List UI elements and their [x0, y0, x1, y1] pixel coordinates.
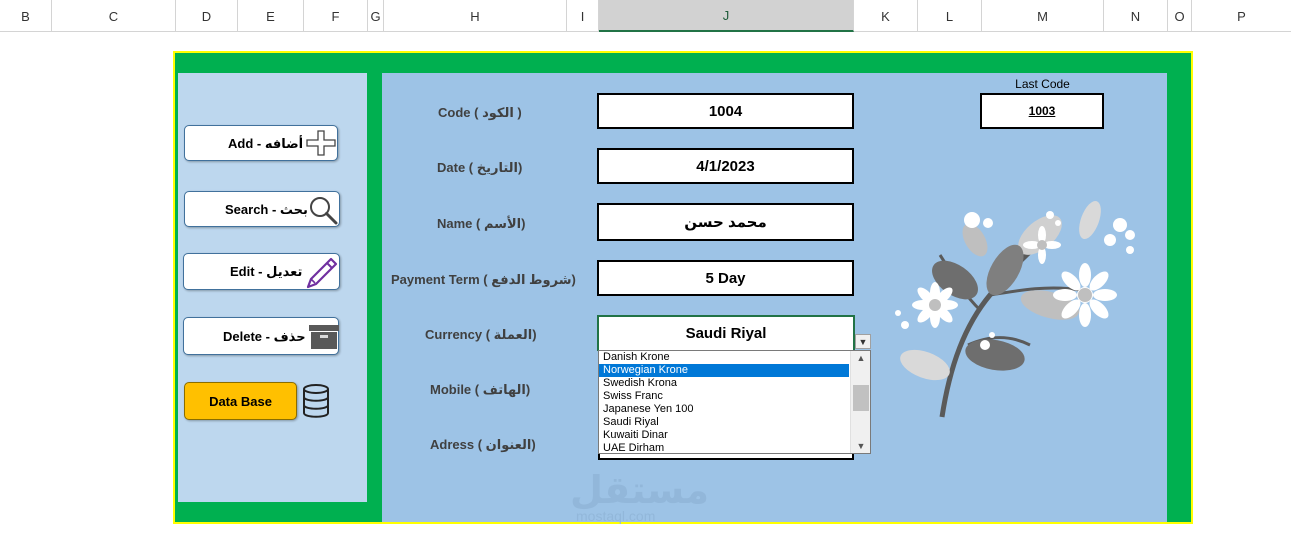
dropdown-scrollbar[interactable]: ▲ ▼: [850, 351, 870, 453]
delete-button[interactable]: Delete - حذف: [183, 317, 339, 355]
last-code-field: 1003: [980, 93, 1104, 129]
currency-dropdown-button[interactable]: ▼: [855, 334, 871, 349]
last-code-label: Last Code: [1015, 77, 1070, 91]
pencil-icon: [304, 256, 338, 293]
add-button-label: Add - أضافه: [228, 136, 304, 151]
name-label: Name ( الأسم): [437, 216, 526, 231]
code-field[interactable]: 1004: [597, 93, 854, 129]
currency-option[interactable]: UAE Dirham: [599, 442, 849, 453]
search-button-label: Search - بحث: [225, 202, 308, 217]
code-label: Code ( الكود ): [438, 105, 522, 120]
currency-field[interactable]: Saudi Riyal: [597, 315, 855, 351]
column-header[interactable]: L: [918, 0, 982, 32]
column-header[interactable]: C: [52, 0, 176, 32]
add-button[interactable]: Add - أضافه: [184, 125, 338, 161]
column-header[interactable]: B: [0, 0, 52, 32]
currency-option[interactable]: Japanese Yen 100: [599, 403, 849, 416]
currency-option[interactable]: Danish Krone: [599, 351, 849, 364]
chevron-down-icon: ▼: [858, 336, 868, 347]
currency-dropdown-list[interactable]: Danish Krone Norwegian Krone Swedish Kro…: [598, 350, 871, 454]
column-header[interactable]: H: [384, 0, 567, 32]
flower-illustration: [895, 200, 1135, 418]
currency-option[interactable]: Kuwaiti Dinar: [599, 429, 849, 442]
database-icon: [302, 384, 330, 423]
currency-option[interactable]: Swedish Krona: [599, 377, 849, 390]
mobile-label: Mobile ( الهاتف): [430, 382, 531, 397]
column-header[interactable]: K: [854, 0, 918, 32]
search-button[interactable]: Search - بحث: [184, 191, 340, 227]
column-header-bar: B C D E F G H I J K L M N O P: [0, 0, 1291, 32]
column-header[interactable]: G: [368, 0, 384, 32]
column-header[interactable]: M: [982, 0, 1104, 32]
spreadsheet-stage: B C D E F G H I J K L M N O P Add - أضاف…: [0, 0, 1291, 540]
search-icon: [308, 195, 338, 228]
edit-button[interactable]: Edit - تعديل: [183, 253, 340, 290]
column-header[interactable]: E: [238, 0, 304, 32]
column-header[interactable]: P: [1192, 0, 1291, 32]
edit-button-label: Edit - تعديل: [230, 264, 303, 279]
column-header[interactable]: O: [1168, 0, 1192, 32]
chevron-down-icon[interactable]: ▼: [851, 439, 870, 453]
chevron-up-icon[interactable]: ▲: [851, 351, 870, 365]
archive-box-icon: [308, 324, 340, 353]
currency-label: Currency ( العملة): [425, 327, 537, 342]
scrollbar-thumb[interactable]: [853, 385, 869, 411]
currency-option[interactable]: Swiss Franc: [599, 390, 849, 403]
database-button[interactable]: Data Base: [184, 382, 297, 420]
currency-option[interactable]: Saudi Riyal: [599, 416, 849, 429]
payment-term-field[interactable]: 5 Day: [597, 260, 854, 296]
watermark-logo: مستقل: [570, 470, 709, 512]
delete-button-label: Delete - حذف: [223, 329, 306, 344]
payment-term-label: Payment Term ( شروط الدفع): [391, 272, 576, 287]
column-header[interactable]: D: [176, 0, 238, 32]
date-field[interactable]: 4/1/2023: [597, 148, 854, 184]
currency-option-highlighted[interactable]: Norwegian Krone: [599, 364, 849, 377]
name-field[interactable]: محمد حسن: [597, 203, 854, 241]
watermark-url: mostaql.com: [576, 508, 656, 524]
plus-icon: [305, 129, 337, 160]
column-header[interactable]: I: [567, 0, 599, 32]
column-header[interactable]: F: [304, 0, 368, 32]
column-header-selected[interactable]: J: [599, 0, 854, 32]
date-label: Date ( التاريخ): [437, 160, 523, 175]
address-label: Adress ( العنوان): [430, 437, 536, 452]
column-header[interactable]: N: [1104, 0, 1168, 32]
database-button-label: Data Base: [209, 393, 272, 409]
